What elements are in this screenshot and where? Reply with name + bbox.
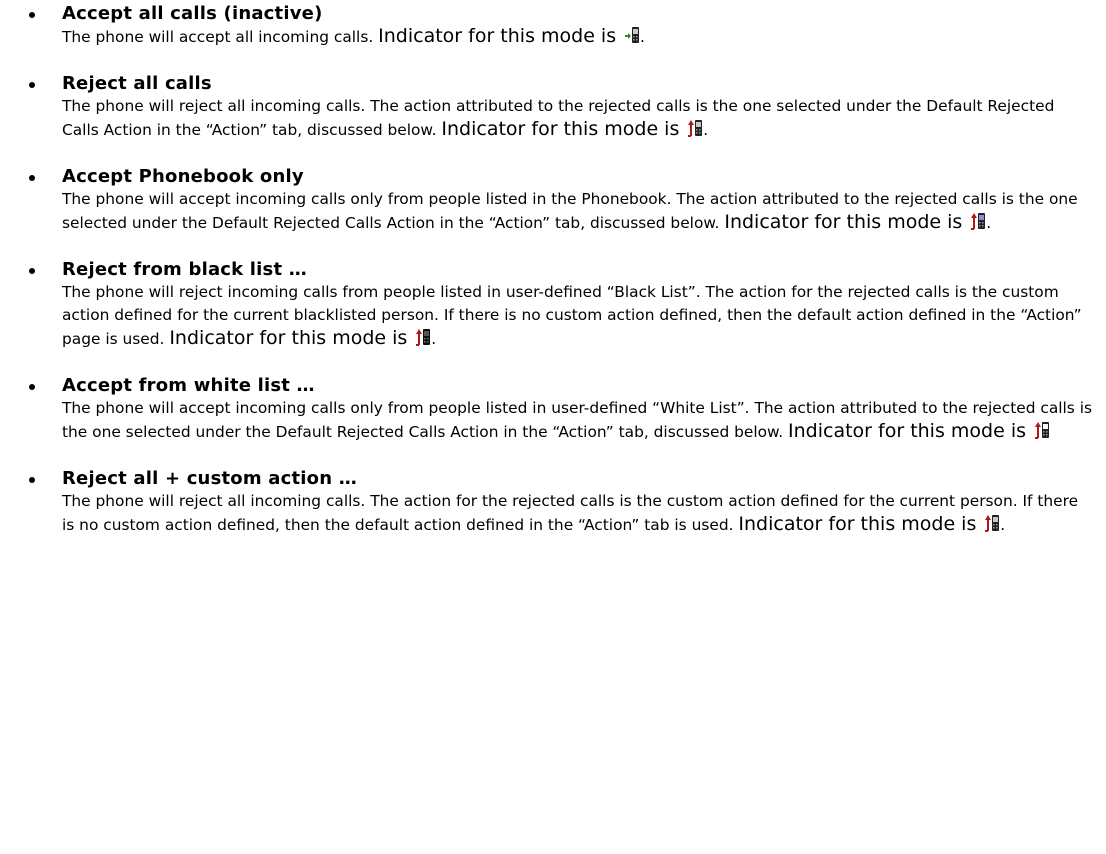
indicator-label: Indicator for this mode is	[441, 118, 680, 140]
bullet-icon	[29, 82, 35, 88]
item-title: Reject all calls	[62, 73, 212, 94]
bullet-icon	[29, 175, 35, 181]
item-title: Reject from black list …	[62, 259, 307, 280]
indicator-label: Indicator for this mode is	[788, 420, 1027, 442]
phone-accept-icon	[624, 26, 640, 44]
bullet-icon	[29, 12, 35, 18]
indicator-trailing: .	[1000, 516, 1006, 534]
item-title: Accept all calls (inactive)	[62, 3, 323, 24]
item-description: The phone will reject incoming calls fro…	[62, 281, 1106, 351]
bullet-icon	[29, 477, 35, 483]
item-description: The phone will accept incoming calls onl…	[62, 188, 1106, 235]
indicator-label: Indicator for this mode is	[378, 25, 617, 47]
list-item-white-list: Accept from white list … The phone will …	[0, 375, 1106, 444]
item-title: Accept Phonebook only	[62, 166, 304, 187]
indicator-label: Indicator for this mode is	[738, 513, 977, 535]
list-item-accept-all: Accept all calls (inactive) The phone wi…	[0, 3, 1106, 49]
item-description: The phone will reject all incoming calls…	[62, 95, 1106, 142]
bullet-icon	[29, 268, 35, 274]
item-description: The phone will accept incoming calls onl…	[62, 397, 1106, 444]
indicator-trailing: .	[640, 28, 645, 46]
phone-reject-icon	[687, 119, 703, 137]
description-text: The phone will accept all incoming calls…	[62, 28, 374, 46]
indicator-label: Indicator for this mode is	[169, 327, 408, 349]
item-title: Accept from white list …	[62, 375, 315, 396]
list-item-phonebook-only: Accept Phonebook only The phone will acc…	[0, 166, 1106, 235]
phone-blacklist-icon	[415, 328, 431, 346]
item-description: The phone will accept all incoming calls…	[62, 25, 1106, 49]
list-item-reject-custom: Reject all + custom action … The phone w…	[0, 468, 1106, 537]
indicator-trailing: .	[986, 214, 992, 232]
phone-whitelist-icon	[1034, 421, 1050, 439]
item-description: The phone will reject all incoming calls…	[62, 490, 1106, 537]
call-mode-list: Accept all calls (inactive) The phone wi…	[0, 0, 1106, 537]
phone-phonebook-icon	[970, 212, 986, 230]
indicator-label: Indicator for this mode is	[724, 211, 963, 233]
bullet-icon	[29, 384, 35, 390]
phone-reject-custom-icon	[984, 514, 1000, 532]
indicator-trailing: .	[431, 330, 437, 348]
list-item-black-list: Reject from black list … The phone will …	[0, 259, 1106, 351]
indicator-trailing: .	[703, 121, 709, 139]
list-item-reject-all: Reject all calls The phone will reject a…	[0, 73, 1106, 142]
item-title: Reject all + custom action …	[62, 468, 357, 489]
